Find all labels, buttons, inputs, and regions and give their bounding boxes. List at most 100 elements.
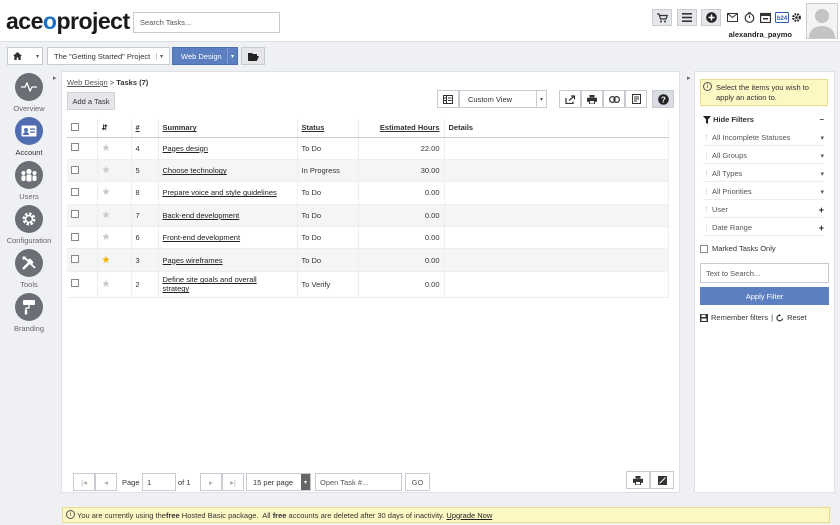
breadcrumb-parent[interactable]: Web Design bbox=[67, 78, 108, 87]
summary-column-header[interactable]: Summary bbox=[158, 119, 298, 138]
export-button[interactable] bbox=[559, 90, 581, 108]
task-summary-link[interactable]: Back-end development bbox=[158, 204, 298, 228]
open-task-input[interactable]: Open Task #... bbox=[315, 473, 402, 491]
view-columns-button[interactable] bbox=[437, 90, 459, 108]
first-page-button[interactable]: |◂ bbox=[73, 473, 95, 491]
cart-icon[interactable] bbox=[652, 9, 672, 26]
filter-user[interactable]: ⋮ User + bbox=[703, 202, 824, 218]
table-row[interactable]: ★ 2 Define site goals and overall strategy T… bbox=[67, 271, 669, 298]
table-row[interactable]: ★ 5 Choose technology In Progress 30.00 bbox=[67, 159, 669, 183]
row-checkbox[interactable] bbox=[71, 232, 79, 241]
plus-icon[interactable]: + bbox=[819, 223, 824, 233]
user-name[interactable]: alexandra_paymo bbox=[729, 30, 792, 39]
help-button[interactable]: ? bbox=[652, 90, 674, 108]
drag-handle-icon[interactable]: ⋮ bbox=[703, 188, 710, 196]
next-page-button[interactable]: ▸ bbox=[200, 473, 222, 491]
collapse-right-icon[interactable]: ▸ bbox=[687, 74, 691, 82]
table-row[interactable]: ★ 8 Prepare voice and style guidelines To D… bbox=[67, 181, 669, 205]
hours-column-header[interactable]: Estimated Hours bbox=[358, 119, 445, 138]
marked-tasks-only[interactable]: Marked Tasks Only bbox=[700, 244, 776, 253]
drag-handle-icon[interactable]: ⋮ bbox=[703, 134, 710, 142]
sort-column-header[interactable]: ⇵ bbox=[97, 119, 132, 138]
task-summary-link[interactable]: Pages wireframes bbox=[158, 248, 298, 272]
chevron-down-icon[interactable]: ▾ bbox=[820, 152, 824, 160]
star-icon[interactable]: ★ bbox=[102, 165, 111, 176]
timer-icon[interactable] bbox=[744, 12, 755, 23]
mail-icon[interactable] bbox=[727, 13, 738, 23]
select-all-checkbox[interactable] bbox=[71, 122, 79, 131]
filter-all-types[interactable]: ⋮ All Types ▾ bbox=[703, 166, 824, 182]
nav-configuration[interactable]: Configuration bbox=[6, 205, 52, 245]
menu-icon[interactable] bbox=[677, 9, 697, 26]
filter-date-range[interactable]: ⋮ Date Range + bbox=[703, 220, 824, 236]
reset-filters-link[interactable]: Reset bbox=[787, 313, 807, 322]
chevron-down-icon[interactable]: ▾ bbox=[820, 134, 824, 142]
drag-handle-icon[interactable]: ⋮ bbox=[703, 170, 710, 178]
nav-users[interactable]: Users bbox=[6, 161, 52, 201]
drag-handle-icon[interactable]: ⋮ bbox=[703, 206, 710, 214]
id-column-header[interactable]: # bbox=[131, 119, 159, 138]
star-icon[interactable]: ★ bbox=[102, 210, 111, 221]
remember-filters-link[interactable]: Remember filters bbox=[711, 313, 768, 322]
settings-gear-icon[interactable] bbox=[791, 12, 802, 23]
search-input[interactable]: Search Tasks... bbox=[133, 12, 280, 33]
task-summary-link[interactable]: Define site goals and overall strategy bbox=[158, 271, 298, 298]
filter-all-priorities[interactable]: ⋮ All Priorities ▾ bbox=[703, 184, 824, 200]
integration-icon[interactable]: b24 bbox=[775, 12, 789, 23]
task-summary-link[interactable]: Front-end development bbox=[158, 226, 298, 250]
filter-all-incomplete-statuses[interactable]: ⋮ All Incomplete Statuses ▾ bbox=[703, 130, 824, 146]
table-row[interactable]: ★ 7 Back-end development To Do 0.00 bbox=[67, 204, 669, 228]
chevron-down-icon[interactable]: ▾ bbox=[820, 188, 824, 196]
project-select[interactable]: The "Getting Started" Project ▾ bbox=[47, 47, 170, 65]
status-column-header[interactable]: Status bbox=[297, 119, 359, 138]
table-row[interactable]: ★ 4 Pages design To Do 22.00 bbox=[67, 137, 669, 160]
page-input[interactable]: 1 bbox=[142, 473, 176, 491]
star-icon[interactable]: ★ bbox=[102, 255, 111, 266]
report-button[interactable] bbox=[625, 90, 647, 108]
print-button[interactable] bbox=[581, 90, 603, 108]
view-select[interactable]: Custom View ▾ bbox=[459, 90, 547, 108]
home-button[interactable]: ▾ bbox=[7, 47, 43, 65]
row-checkbox[interactable] bbox=[71, 279, 79, 288]
collapse-left-icon[interactable]: ▸ bbox=[53, 74, 57, 82]
filter-all-groups[interactable]: ⋮ All Groups ▾ bbox=[703, 148, 824, 164]
text-search-input[interactable]: Text to Search... bbox=[700, 263, 829, 283]
row-checkbox[interactable] bbox=[71, 187, 79, 196]
star-icon[interactable]: ★ bbox=[102, 279, 111, 290]
upgrade-now-link[interactable]: Upgrade Now bbox=[446, 511, 492, 520]
row-checkbox[interactable] bbox=[71, 165, 79, 174]
prev-page-button[interactable]: ◂ bbox=[95, 473, 117, 491]
row-checkbox[interactable] bbox=[71, 255, 79, 264]
fullscreen-button[interactable] bbox=[650, 471, 674, 489]
table-row[interactable]: ★ 6 Front-end development To Do 0.00 bbox=[67, 226, 669, 250]
add-circle-icon[interactable] bbox=[701, 9, 721, 26]
row-checkbox[interactable] bbox=[71, 143, 79, 152]
marked-tasks-checkbox[interactable] bbox=[700, 244, 708, 253]
row-checkbox[interactable] bbox=[71, 210, 79, 219]
chevron-down-icon[interactable]: ▾ bbox=[820, 170, 824, 178]
star-icon[interactable]: ★ bbox=[102, 187, 111, 198]
add-task-button[interactable]: Add a Task bbox=[67, 92, 115, 110]
nav-branding[interactable]: Branding bbox=[6, 293, 52, 333]
open-folder-button[interactable] bbox=[241, 47, 265, 65]
star-icon[interactable]: ★ bbox=[102, 143, 111, 154]
nav-tools[interactable]: Tools bbox=[6, 249, 52, 289]
per-page-select[interactable]: 15 per page ▾ bbox=[246, 473, 311, 491]
table-row[interactable]: ★ 3 Pages wireframes To Do 0.00 bbox=[67, 248, 669, 272]
plus-icon[interactable]: + bbox=[819, 205, 824, 215]
module-select[interactable]: Web Design ▾ bbox=[172, 47, 238, 65]
nav-overview[interactable]: Overview bbox=[6, 73, 52, 113]
drag-handle-icon[interactable]: ⋮ bbox=[703, 224, 710, 232]
task-summary-link[interactable]: Choose technology bbox=[158, 159, 298, 183]
go-button[interactable]: GO bbox=[405, 473, 430, 491]
task-summary-link[interactable]: Prepare voice and style guidelines bbox=[158, 181, 298, 205]
avatar[interactable] bbox=[806, 3, 838, 39]
hide-filters-toggle[interactable]: Hide Filters − bbox=[703, 115, 824, 125]
apply-filter-button[interactable]: Apply Filter bbox=[700, 287, 829, 305]
last-page-button[interactable]: ▸| bbox=[222, 473, 244, 491]
drag-handle-icon[interactable]: ⋮ bbox=[703, 152, 710, 160]
calendar-icon[interactable] bbox=[760, 12, 771, 23]
print-list-button[interactable] bbox=[626, 471, 650, 489]
star-icon[interactable]: ★ bbox=[102, 232, 111, 243]
link-button[interactable] bbox=[603, 90, 625, 108]
